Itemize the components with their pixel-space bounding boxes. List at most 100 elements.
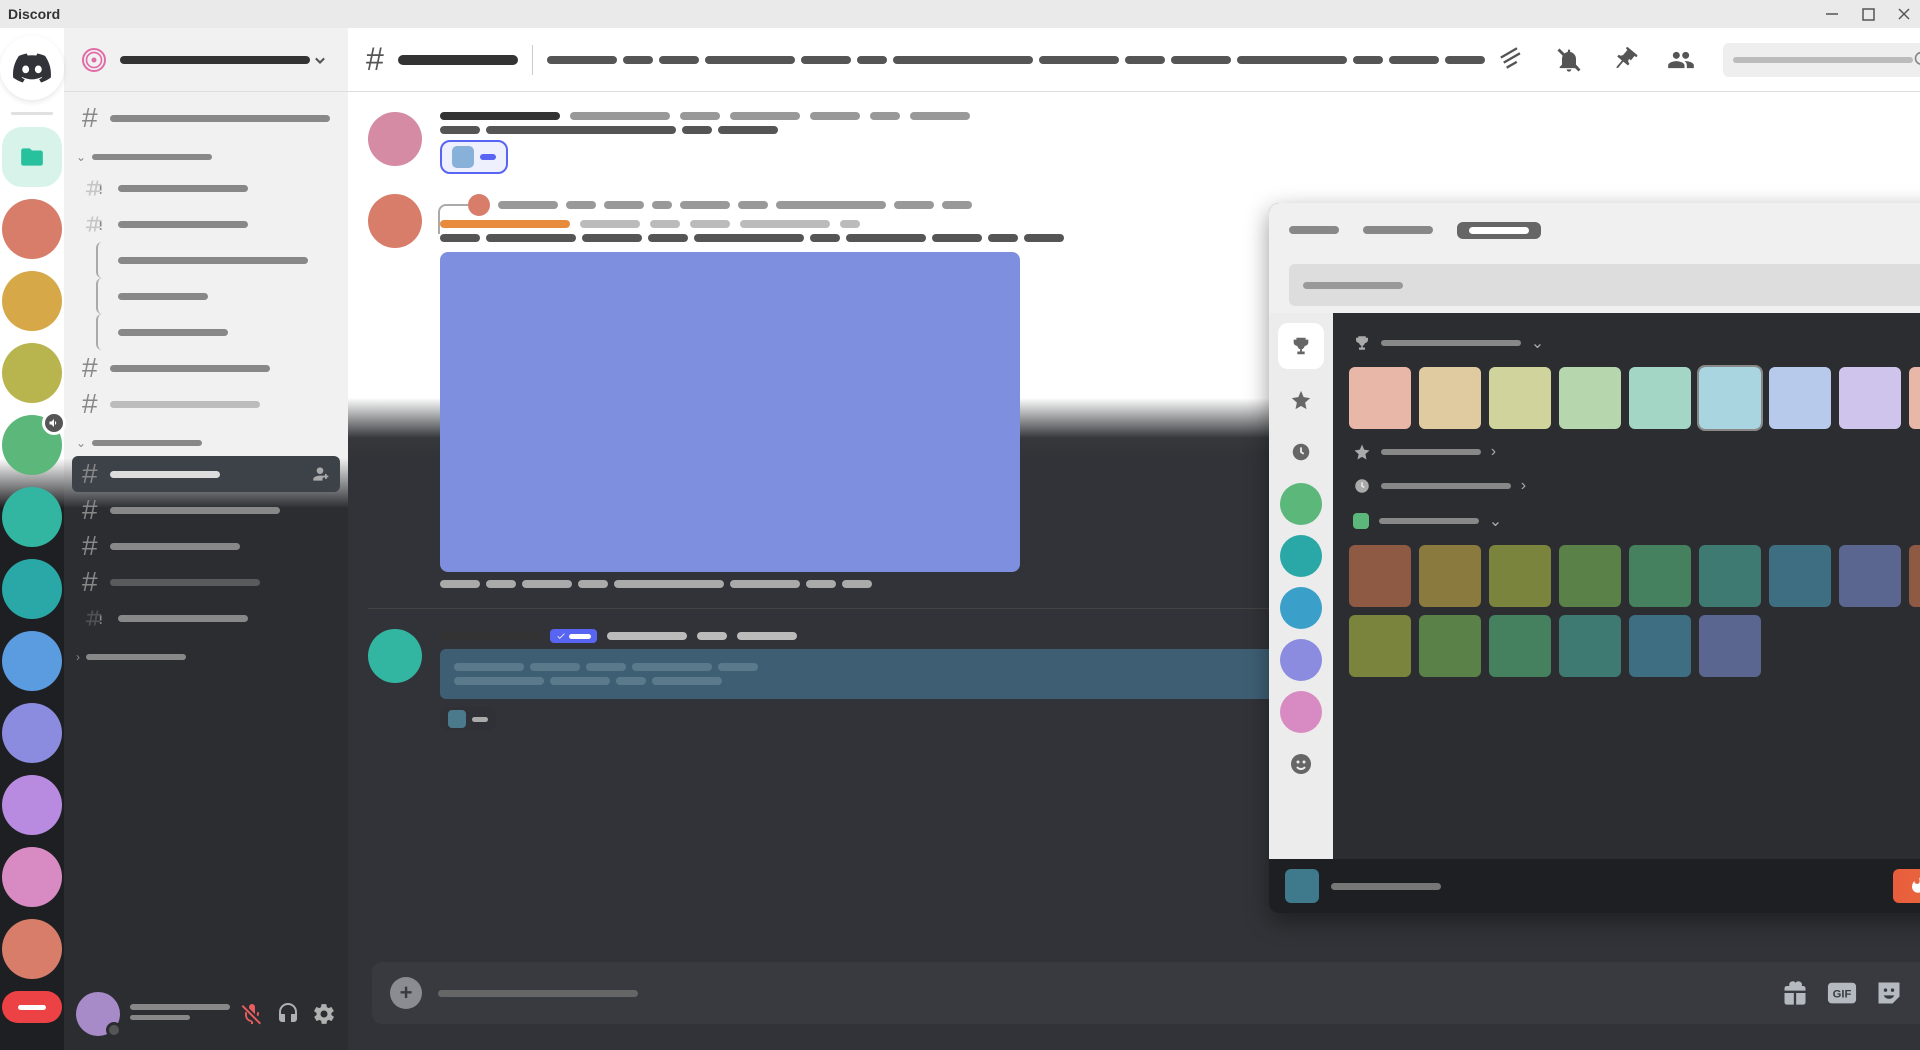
emoji-picker-tab[interactable] (1363, 226, 1433, 234)
channel-category[interactable]: › (72, 636, 340, 670)
sticker-button[interactable] (1875, 979, 1903, 1007)
emoji-section-header[interactable]: ⌄ (1349, 503, 1920, 539)
server-icon[interactable] (2, 703, 62, 763)
emoji-cell[interactable] (1419, 545, 1481, 607)
emoji-section-header[interactable]: ⌄ (1349, 325, 1920, 361)
emoji-cell[interactable] (1489, 615, 1551, 677)
emoji-cell[interactable] (1769, 367, 1831, 429)
channel-category[interactable]: ⌄ (72, 136, 340, 170)
server-icon[interactable] (2, 199, 62, 259)
create-invite-icon[interactable] (310, 464, 330, 484)
threads-icon[interactable] (1499, 46, 1527, 74)
emoji-cell[interactable] (1629, 615, 1691, 677)
reaction-pill[interactable] (440, 707, 496, 731)
emoji-category-clock[interactable] (1280, 431, 1322, 473)
text-channel-item[interactable]: # (72, 564, 340, 600)
emoji-category-server[interactable] (1280, 691, 1322, 733)
settings-button[interactable] (312, 1002, 336, 1026)
deafen-button[interactable] (276, 1002, 300, 1026)
emoji-cell[interactable] (1419, 615, 1481, 677)
text-channel-item[interactable]: # (72, 492, 340, 528)
emoji-cell[interactable] (1349, 367, 1411, 429)
emoji-cell[interactable] (1489, 545, 1551, 607)
message-avatar[interactable] (368, 112, 422, 166)
emoji-picker-tab[interactable] (1289, 226, 1339, 234)
emoji-category-smiley[interactable] (1280, 743, 1322, 785)
message-avatar[interactable] (368, 629, 422, 683)
emoji-category-server[interactable] (1280, 587, 1322, 629)
emoji-cell[interactable] (1559, 615, 1621, 677)
server-icon[interactable] (2, 631, 62, 691)
server-folder-icon[interactable] (2, 127, 62, 187)
emoji-category-trophy[interactable] (1278, 323, 1324, 369)
emoji-cell[interactable] (1629, 367, 1691, 429)
emoji-section-header[interactable]: › (1349, 435, 1920, 469)
emoji-category-server[interactable] (1280, 483, 1322, 525)
emoji-picker-tab[interactable] (1457, 222, 1541, 239)
server-icon[interactable] (2, 343, 62, 403)
gift-button[interactable] (1781, 979, 1809, 1007)
window-maximize-button[interactable] (1860, 6, 1876, 22)
mute-button[interactable] (240, 1002, 264, 1026)
voice-channel-item[interactable] (72, 600, 340, 636)
voice-channel-item[interactable] (72, 170, 340, 206)
server-icon[interactable] (2, 847, 62, 907)
server-icon[interactable] (2, 271, 62, 331)
window-minimize-button[interactable] (1824, 6, 1840, 22)
attach-button[interactable]: + (390, 977, 422, 1009)
emoji-category-server[interactable] (1280, 535, 1322, 577)
emoji-cell[interactable] (1489, 367, 1551, 429)
user-avatar[interactable] (76, 992, 120, 1036)
image-attachment[interactable] (440, 252, 1020, 572)
emoji-cell[interactable] (1839, 545, 1901, 607)
emoji-cell[interactable] (1699, 367, 1761, 429)
members-icon[interactable] (1667, 46, 1695, 74)
emoji-section-header[interactable]: › (1349, 469, 1920, 503)
discord-home-button[interactable] (0, 36, 64, 100)
channel-category[interactable]: ⌄ (72, 422, 340, 456)
emoji-cell[interactable] (1559, 367, 1621, 429)
message-input[interactable]: + GIF (372, 962, 1920, 1024)
text-channel-item[interactable]: # (72, 386, 340, 422)
nitro-unlock-button[interactable] (1893, 869, 1920, 903)
window-close-button[interactable] (1896, 6, 1912, 22)
search-input[interactable] (1723, 43, 1920, 77)
gif-button[interactable]: GIF (1827, 979, 1857, 1007)
emoji-cell[interactable] (1699, 615, 1761, 677)
pinned-icon[interactable] (1611, 46, 1639, 74)
text-channel-item[interactable]: # (72, 350, 340, 386)
thread-item[interactable] (96, 314, 340, 350)
message-author[interactable] (440, 112, 560, 120)
emoji-cell[interactable] (1769, 545, 1831, 607)
emoji-cell[interactable] (1699, 545, 1761, 607)
emoji-cell[interactable] (1909, 545, 1920, 607)
thread-item[interactable] (96, 242, 340, 278)
emoji-cell[interactable] (1419, 367, 1481, 429)
add-server-button[interactable] (2, 991, 62, 1023)
voice-channel-item[interactable] (72, 206, 340, 242)
server-icon[interactable] (2, 415, 62, 475)
message-avatar[interactable] (368, 194, 422, 248)
emoji-cell[interactable] (1909, 367, 1920, 429)
emoji-cell[interactable] (1349, 545, 1411, 607)
emoji-cell[interactable] (1629, 545, 1691, 607)
message-author[interactable] (440, 632, 540, 640)
user-info[interactable] (130, 1004, 230, 1025)
notifications-icon[interactable] (1555, 46, 1583, 74)
emoji-cell[interactable] (1559, 545, 1621, 607)
server-header-dropdown[interactable] (64, 28, 348, 92)
text-channel-item[interactable]: # (72, 100, 340, 136)
server-icon[interactable] (2, 559, 62, 619)
emoji-category-star[interactable] (1280, 379, 1322, 421)
server-icon[interactable] (2, 919, 62, 979)
thread-item[interactable] (96, 278, 340, 314)
server-icon[interactable] (2, 487, 62, 547)
server-icon[interactable] (2, 775, 62, 835)
emoji-search-input[interactable] (1289, 264, 1920, 306)
emoji-category-server[interactable] (1280, 639, 1322, 681)
text-channel-item[interactable]: # (72, 456, 340, 492)
channel-topic[interactable] (547, 56, 1485, 64)
emoji-cell[interactable] (1349, 615, 1411, 677)
emoji-grid-area[interactable]: ⌄››⌄ (1333, 313, 1920, 859)
reaction-pill[interactable] (440, 140, 508, 174)
